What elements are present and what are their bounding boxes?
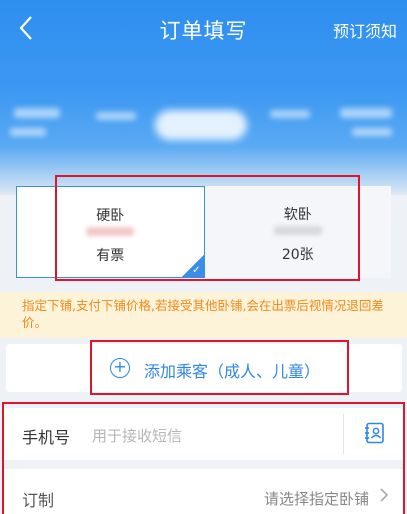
add-passenger-button[interactable]: + 添加乘客（成人、儿童） — [6, 344, 402, 392]
booking-notice-link[interactable]: 预订须知 — [333, 18, 397, 42]
blurred-info — [352, 128, 392, 136]
blurred-info — [14, 108, 60, 118]
phone-input[interactable]: 用于接收短信 — [92, 425, 182, 446]
nav-bar: 订单填写 预订须知 — [0, 0, 407, 56]
berth-select-value: 请选择指定卧铺 — [263, 490, 369, 508]
blurred-info — [96, 112, 136, 120]
divider — [343, 414, 344, 454]
selected-check-icon: ✓ — [181, 255, 204, 277]
seat-name: 硬卧 — [96, 208, 125, 224]
seat-option-hard-sleeper[interactable]: 硬卧 有票 ✓ — [16, 186, 205, 278]
seat-availability: 有票 — [96, 248, 125, 264]
blurred-info — [340, 108, 392, 118]
phone-row: 手机号 用于接收短信 — [4, 408, 403, 460]
contact-form: 手机号 用于接收短信 订制 请选择指定卧铺 — [4, 408, 403, 514]
custom-label: 订制 — [22, 491, 55, 510]
blurred-train-number — [155, 110, 247, 140]
plus-circle-icon: + — [110, 358, 130, 378]
row-separator — [4, 460, 403, 469]
seat-price-blurred — [273, 226, 322, 235]
blurred-info — [270, 110, 310, 118]
lower-berth-notice: 指定下铺,支付下铺价格,若接受其他卧铺,会在出票后视情况退回差价。 — [0, 292, 407, 338]
header-banner: 订单填写 预订须知 — [0, 0, 407, 195]
seat-option-soft-sleeper[interactable]: 软卧 20张 — [204, 186, 391, 278]
phone-label: 手机号 — [22, 428, 71, 447]
chevron-right-icon — [380, 488, 389, 502]
seat-type-selector: 硬卧 有票 ✓ 软卧 20张 — [16, 186, 391, 278]
blurred-info — [10, 128, 46, 136]
seat-availability: 20张 — [281, 247, 314, 263]
seat-price-blurred — [86, 227, 135, 236]
contact-book-icon[interactable] — [364, 422, 386, 444]
custom-berth-row[interactable]: 订制 请选择指定卧铺 — [4, 469, 403, 514]
add-passenger-label: 添加乘客（成人、儿童） — [144, 362, 321, 381]
seat-name: 软卧 — [283, 207, 312, 223]
